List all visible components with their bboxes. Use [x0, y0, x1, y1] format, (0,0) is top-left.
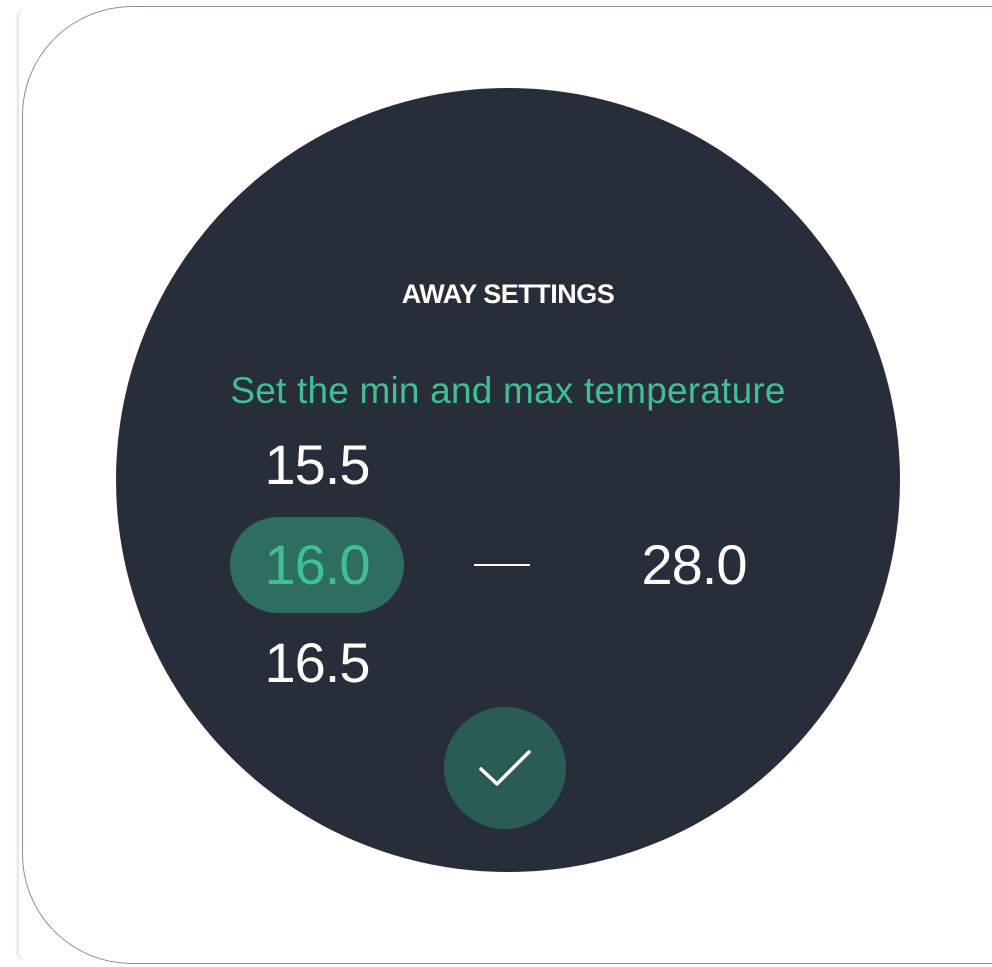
checkmark-icon	[479, 750, 531, 786]
confirm-button[interactable]	[444, 707, 566, 829]
min-temp-option-below[interactable]: 16.5	[230, 631, 404, 695]
dialog-subtitle: Set the min and max temperature	[230, 370, 786, 411]
dialog-title: AWAY SETTINGS	[401, 279, 615, 309]
min-temp-selected[interactable]: 16.0	[230, 517, 404, 613]
min-temp-option-above[interactable]: 15.5	[230, 433, 404, 497]
min-temperature-picker[interactable]: 15.5 16.0 16.5	[230, 433, 404, 695]
max-temperature-value[interactable]: 28.0	[624, 533, 764, 597]
away-settings-dial: AWAY SETTINGS Set the min and max temper…	[116, 88, 900, 872]
range-separator	[474, 564, 530, 566]
